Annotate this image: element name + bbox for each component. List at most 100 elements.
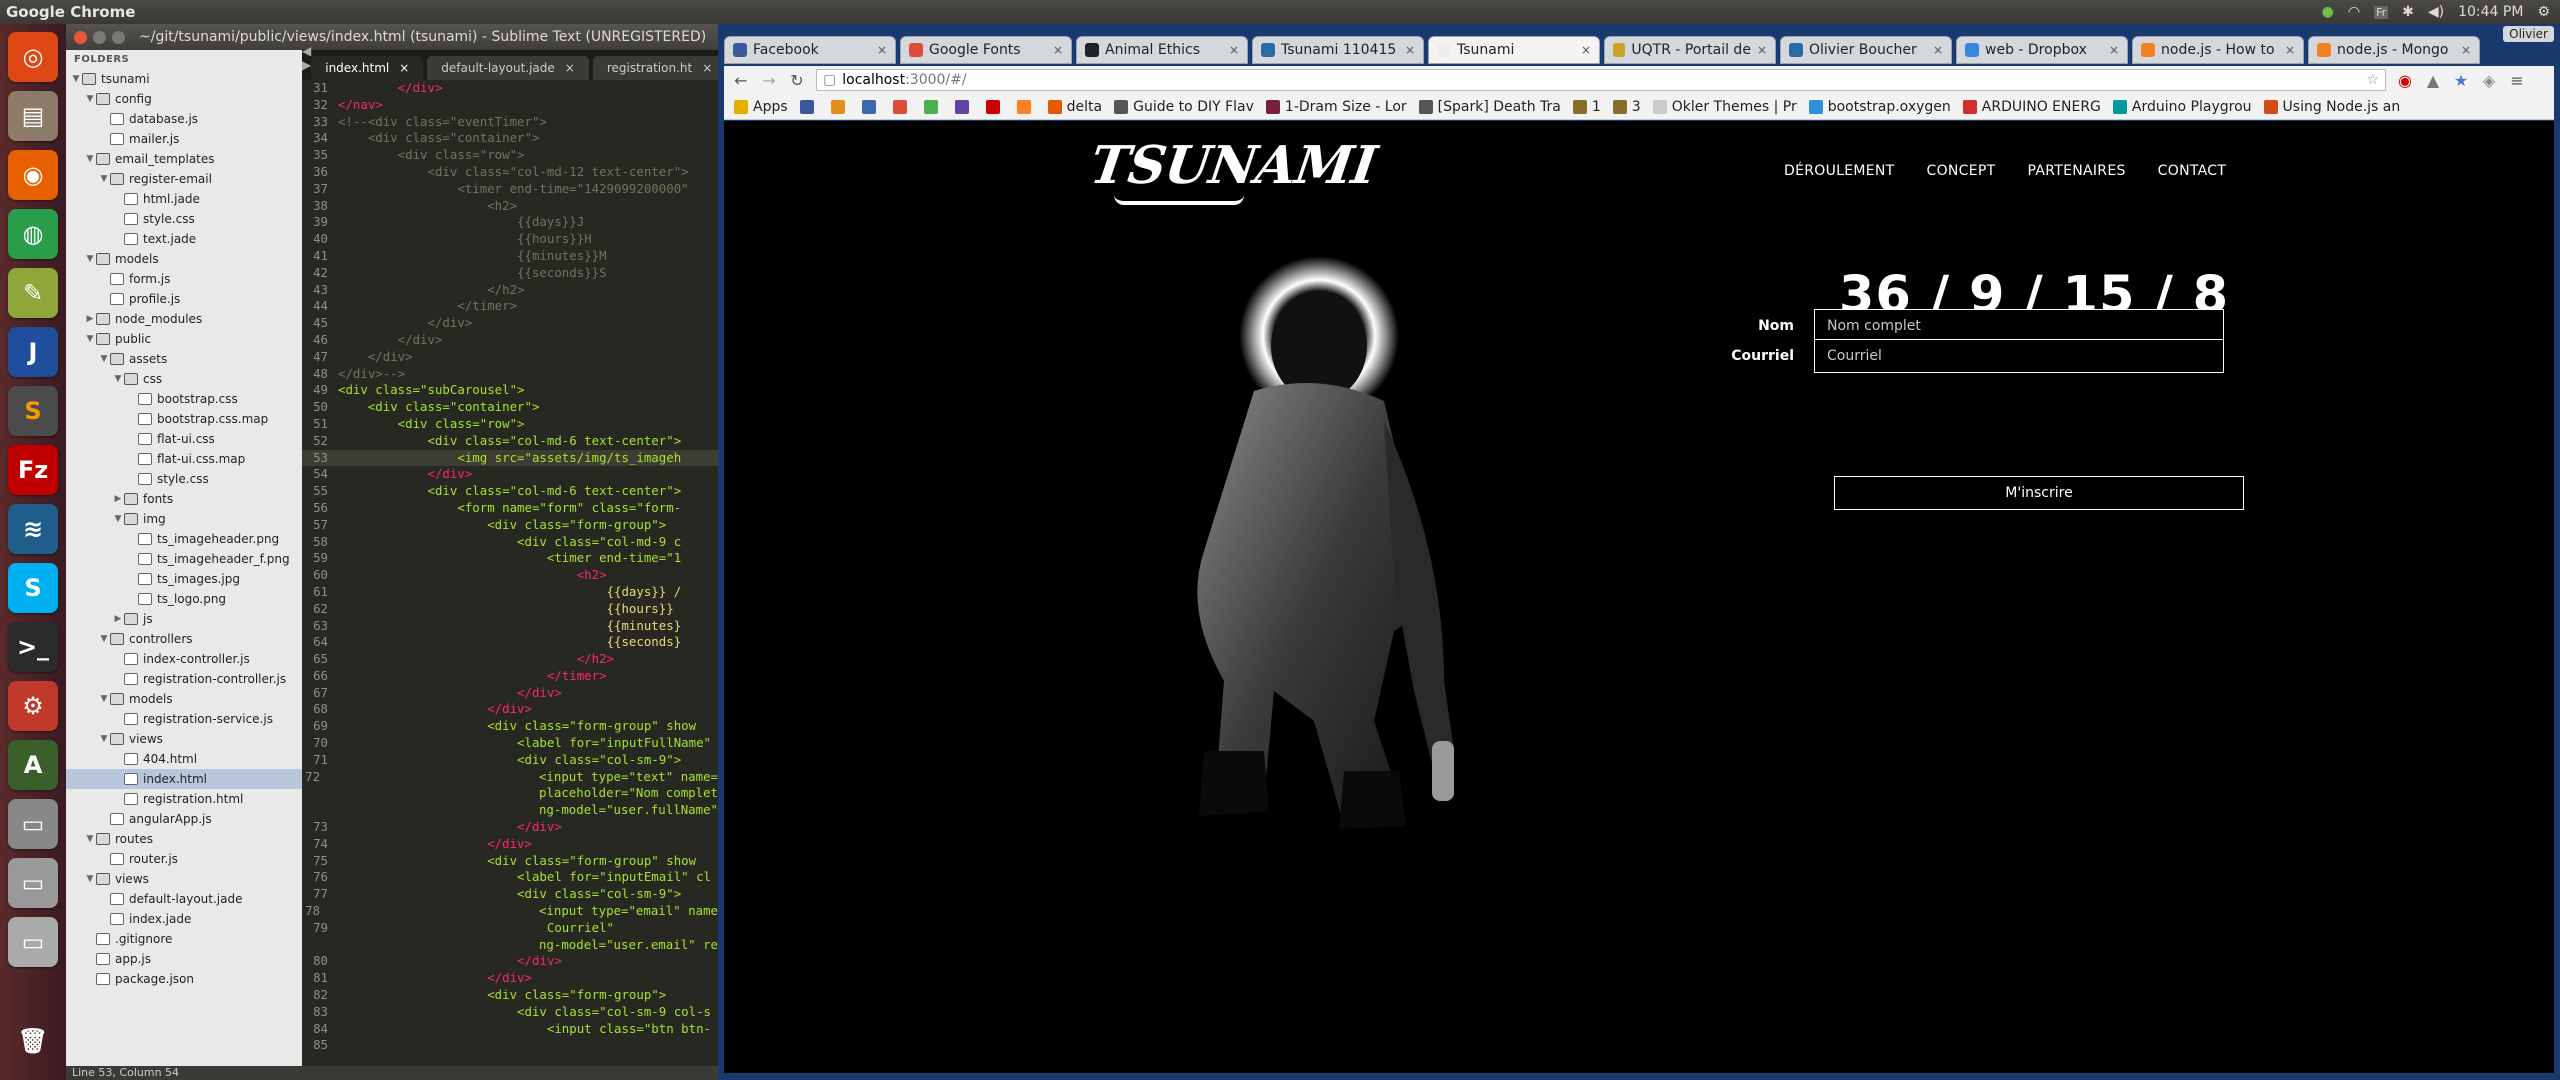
tree-folder[interactable]: ▼ img — [66, 509, 302, 529]
tree-file[interactable]: registration.html — [66, 789, 302, 809]
chrome-tray-icon[interactable]: ● — [2322, 4, 2334, 20]
expanded-arrow-icon[interactable]: ▼ — [84, 874, 96, 884]
browser-tab[interactable]: node.js - How to × — [2132, 36, 2304, 64]
ubuntu-logo-icon[interactable]: ◎ — [8, 32, 58, 82]
power-gear-icon[interactable]: ⚙ — [2537, 4, 2550, 20]
tree-file[interactable]: profile.js — [66, 289, 302, 309]
tree-file[interactable]: package.json — [66, 969, 302, 989]
tree-file[interactable]: .gitignore — [66, 929, 302, 949]
editor-tab[interactable]: default-layout.jade × — [427, 56, 589, 80]
collapsed-arrow-icon[interactable]: ▶ — [112, 494, 124, 504]
tree-file[interactable]: ts_images.jpg — [66, 569, 302, 589]
site-nav-link[interactable]: CONCEPT — [1927, 163, 1996, 179]
close-tab-icon[interactable]: × — [1053, 43, 1063, 57]
bookmark-item[interactable]: Arduino Playgrou — [2112, 99, 2252, 115]
tree-folder[interactable]: ▼ register-email — [66, 169, 302, 189]
gimp-icon[interactable]: ✎ — [8, 268, 58, 318]
wifi-icon[interactable]: ◠ — [2348, 4, 2360, 20]
drive-2-icon[interactable]: ▭ — [8, 917, 58, 967]
browser-tab[interactable]: UQTR - Portail de × — [1604, 36, 1776, 64]
tree-file[interactable]: index.jade — [66, 909, 302, 929]
bookmark-item[interactable]: Apps — [734, 99, 788, 115]
tree-folder[interactable]: ▼ tsunami — [66, 69, 302, 89]
site-nav-link[interactable]: PARTENAIRES — [2028, 163, 2126, 179]
collapsed-arrow-icon[interactable]: ▶ — [84, 314, 96, 324]
skype-icon[interactable]: S — [8, 563, 58, 613]
disk-icon[interactable]: ▭ — [8, 799, 58, 849]
bookmark-item[interactable] — [923, 99, 943, 114]
tree-file[interactable]: ts_imageheader.png — [66, 529, 302, 549]
tree-folder[interactable]: ▼ models — [66, 249, 302, 269]
tree-file[interactable]: bootstrap.css.map — [66, 409, 302, 429]
expanded-arrow-icon[interactable]: ▼ — [98, 174, 110, 184]
tree-folder[interactable]: ▼ config — [66, 89, 302, 109]
intellij-icon[interactable]: J — [8, 327, 58, 377]
expanded-arrow-icon[interactable]: ▼ — [112, 514, 124, 524]
bookmark-item[interactable]: 1 — [1572, 99, 1601, 115]
system-settings-icon[interactable]: ⚙ — [8, 681, 58, 731]
tree-folder[interactable]: ▼ routes — [66, 829, 302, 849]
tree-folder[interactable]: ▼ css — [66, 369, 302, 389]
tree-folder[interactable]: ▼ email_templates — [66, 149, 302, 169]
bookmark-item[interactable] — [1016, 99, 1036, 114]
expanded-arrow-icon[interactable]: ▼ — [98, 734, 110, 744]
browser-tab[interactable]: Google Fonts × — [900, 36, 1072, 64]
tree-file[interactable]: bootstrap.css — [66, 389, 302, 409]
tree-folder[interactable]: ▼ views — [66, 729, 302, 749]
tree-file[interactable]: index-controller.js — [66, 649, 302, 669]
close-tab-icon[interactable]: × — [2285, 43, 2295, 57]
bookmark-item[interactable]: 3 — [1612, 99, 1641, 115]
address-bar[interactable]: ▢ localhost:3000/#/ ☆ — [816, 69, 2386, 91]
tree-folder[interactable]: ▼ controllers — [66, 629, 302, 649]
tree-folder[interactable]: ▼ models — [66, 689, 302, 709]
bookmark-item[interactable]: Okler Themes | Pr — [1652, 99, 1797, 115]
editor-tab[interactable]: index.html × — [311, 56, 424, 80]
expanded-arrow-icon[interactable]: ▼ — [84, 94, 96, 104]
browser-tab[interactable]: Tsunami × — [1428, 36, 1600, 64]
bookmark-item[interactable] — [954, 99, 974, 114]
tree-folder[interactable]: ▼ views — [66, 869, 302, 889]
tree-file[interactable]: ts_imageheader_f.png — [66, 549, 302, 569]
tree-file[interactable]: html.jade — [66, 189, 302, 209]
tree-folder[interactable]: ▼ assets — [66, 349, 302, 369]
tree-file[interactable]: style.css — [66, 469, 302, 489]
bookmark-item[interactable] — [985, 99, 1005, 114]
bluetooth-icon[interactable]: ✱ — [2402, 4, 2414, 20]
keyboard-layout-indicator[interactable]: Fr — [2374, 5, 2389, 19]
browser-tab[interactable]: node.js - Mongo × — [2308, 36, 2480, 64]
tree-file[interactable]: registration-controller.js — [66, 669, 302, 689]
tree-file[interactable]: form.js — [66, 269, 302, 289]
browser-tab[interactable]: Animal Ethics × — [1076, 36, 1248, 64]
tree-file[interactable]: index.html — [66, 769, 302, 789]
tree-file[interactable]: mailer.js — [66, 129, 302, 149]
volume-icon[interactable]: ◀) — [2428, 4, 2444, 20]
close-tab-icon[interactable]: × — [1229, 43, 1239, 57]
tsunami-logo[interactable]: TSUNAMI — [1087, 135, 1380, 196]
bookmark-item[interactable] — [861, 99, 881, 114]
tree-file[interactable]: default-layout.jade — [66, 889, 302, 909]
expanded-arrow-icon[interactable]: ▼ — [70, 74, 82, 84]
expanded-arrow-icon[interactable]: ▼ — [112, 374, 124, 384]
tree-file[interactable]: router.js — [66, 849, 302, 869]
full-name-input[interactable] — [1814, 309, 2224, 343]
tree-file[interactable]: flat-ui.css — [66, 429, 302, 449]
sublime-text-icon[interactable]: S — [8, 386, 58, 436]
close-tab-icon[interactable]: × — [1581, 43, 1591, 57]
bookmark-item[interactable]: Guide to DIY Flav — [1114, 99, 1254, 115]
tab-scroll-arrows-icon[interactable]: ◀ ▶ — [302, 44, 311, 80]
site-nav-link[interactable]: CONTACT — [2158, 163, 2227, 179]
tree-file[interactable]: text.jade — [66, 229, 302, 249]
collapsed-arrow-icon[interactable]: ▶ — [112, 614, 124, 624]
extension-2-icon[interactable]: ▲ — [2424, 71, 2442, 90]
tree-file[interactable]: angularApp.js — [66, 809, 302, 829]
close-tab-icon[interactable]: × — [877, 43, 887, 57]
expanded-arrow-icon[interactable]: ▼ — [84, 834, 96, 844]
chrome-menu-icon[interactable]: ≡ — [2508, 71, 2526, 90]
browser-tab[interactable]: Olivier Boucher × — [1780, 36, 1952, 64]
close-tab-icon[interactable]: × — [1405, 43, 1415, 57]
clock[interactable]: 10:44 PM — [2458, 4, 2523, 20]
tree-file[interactable]: database.js — [66, 109, 302, 129]
close-tab-icon[interactable]: × — [2109, 43, 2119, 57]
expanded-arrow-icon[interactable]: ▼ — [98, 694, 110, 704]
chrome-icon[interactable]: ◍ — [8, 209, 58, 259]
